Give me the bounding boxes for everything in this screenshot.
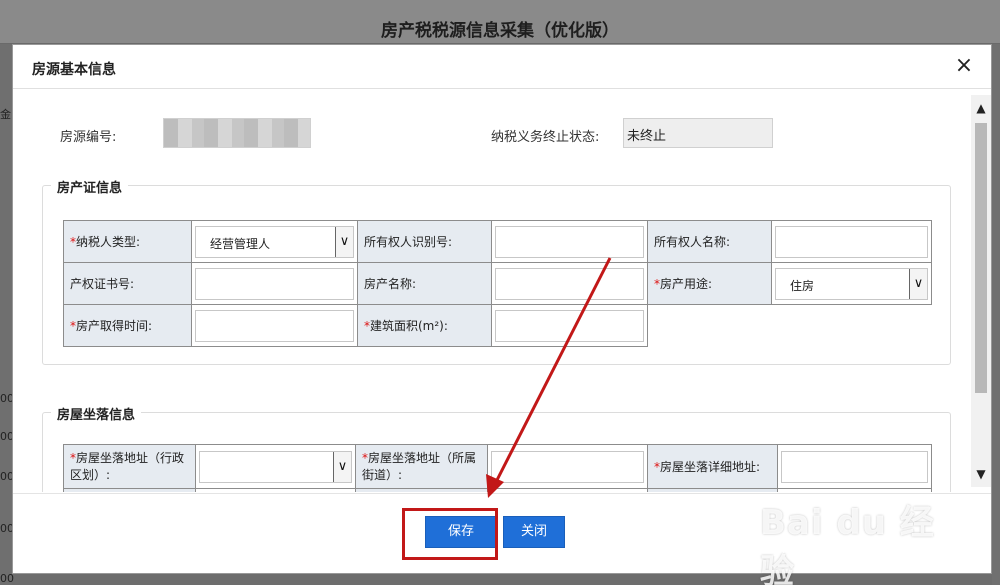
table-cell: [63, 488, 196, 492]
table-cell: [195, 488, 356, 492]
building-area-cell: [491, 304, 648, 347]
acquire-time-input[interactable]: [195, 309, 354, 342]
owner-id-cell: [491, 220, 648, 263]
admin-division-select[interactable]: ∨: [199, 450, 352, 483]
baidu-logo: Bai du 经验: [760, 503, 935, 585]
tax-termination-status-field[interactable]: 未终止: [623, 118, 773, 148]
dialog-title: 房源基本信息: [32, 62, 116, 78]
taxpayer-type-select[interactable]: 经营管理人 ∨: [195, 225, 354, 258]
street-select[interactable]: [491, 450, 644, 483]
table-cell: [487, 488, 648, 492]
property-cert-table: *纳税人类型: 经营管理人 ∨ 所有权人识别号: 所有权人名称: 产权证书号: 房…: [63, 220, 932, 347]
admin-division-label: *房屋坐落地址（行政区划）:: [63, 444, 196, 489]
table-cell: [647, 488, 778, 492]
table-row: [63, 488, 932, 492]
street-cell: [487, 444, 648, 489]
table-cell: [355, 488, 488, 492]
tax-termination-status-label: 纳税义务终止状态:: [491, 130, 600, 145]
table-row: 产权证书号: 房产名称: *房产用途: 住房 ∨: [63, 262, 932, 305]
chevron-down-icon[interactable]: ∨: [333, 451, 351, 482]
owner-id-input[interactable]: [495, 225, 644, 258]
location-legend: 房屋坐落信息: [51, 404, 142, 423]
dialog-body: 房源编号: 纳税义务终止状态: 未终止 房产证信息 *纳税人类型: 经营管理人 ∨…: [13, 90, 971, 492]
scroll-up-icon[interactable]: ▲: [971, 99, 991, 117]
vertical-scrollbar[interactable]: ▲ ▼: [971, 95, 991, 487]
detail-address-input[interactable]: [781, 450, 928, 483]
building-area-input[interactable]: [495, 309, 644, 342]
admin-division-cell: ∨: [195, 444, 356, 489]
cert-no-input[interactable]: [195, 267, 354, 300]
owner-name-cell: [771, 220, 932, 263]
property-name-input[interactable]: [495, 267, 644, 300]
chevron-down-icon[interactable]: ∨: [909, 268, 927, 299]
background-left-fragments: 金 00 00 00 00 00: [0, 44, 14, 585]
watermark-site: jingyan.baidu.com: [774, 541, 904, 557]
acquire-time-label: *房产取得时间:: [63, 304, 192, 347]
owner-name-input[interactable]: [775, 225, 928, 258]
cert-no-label: 产权证书号:: [63, 262, 192, 305]
table-row: *房屋坐落地址（行政区划）: ∨ *房屋坐落地址（所属街道）: *房屋坐落详细地…: [63, 444, 932, 489]
dialog-header: 房源基本信息 ×: [13, 45, 991, 89]
detail-address-cell: [777, 444, 932, 489]
scrollbar-thumb[interactable]: [975, 123, 987, 393]
building-area-label: *建筑面积(m²):: [357, 304, 492, 347]
street-label: *房屋坐落地址（所属街道）:: [355, 444, 488, 489]
bg-fragment: 金: [0, 108, 11, 121]
house-id-label: 房源编号:: [60, 130, 117, 145]
table-row: *纳税人类型: 经营管理人 ∨ 所有权人识别号: 所有权人名称:: [63, 220, 932, 263]
background-right-strip: [992, 44, 1000, 585]
close-button[interactable]: 关闭: [503, 516, 565, 548]
property-cert-legend: 房产证信息: [51, 177, 129, 196]
chevron-down-icon[interactable]: ∨: [335, 226, 353, 257]
detail-address-label: *房屋坐落详细地址:: [647, 444, 778, 489]
baidu-watermark: Bai du 经验 jingyan.baidu.com: [760, 495, 960, 585]
owner-name-label: 所有权人名称:: [647, 220, 772, 263]
scroll-down-icon[interactable]: ▼: [971, 465, 991, 483]
cert-no-cell: [191, 262, 358, 305]
table-cell: [777, 488, 932, 492]
empty-cell: [647, 304, 932, 347]
taxpayer-type-cell: 经营管理人 ∨: [191, 220, 358, 263]
location-table: *房屋坐落地址（行政区划）: ∨ *房屋坐落地址（所属街道）: *房屋坐落详细地…: [63, 444, 932, 492]
property-usage-select[interactable]: 住房 ∨: [775, 267, 928, 300]
page-title: 房产税税源信息采集（优化版）: [381, 21, 619, 41]
house-id-field[interactable]: [163, 118, 311, 148]
property-usage-label: *房产用途:: [647, 262, 772, 305]
table-row: *房产取得时间: *建筑面积(m²):: [63, 304, 932, 347]
property-name-cell: [491, 262, 648, 305]
close-icon[interactable]: ×: [953, 55, 975, 77]
property-name-label: 房产名称:: [357, 262, 492, 305]
taxpayer-type-label: *纳税人类型:: [63, 220, 192, 263]
annotation-highlight-box: [402, 508, 498, 560]
owner-id-label: 所有权人识别号:: [357, 220, 492, 263]
property-usage-cell: 住房 ∨: [771, 262, 932, 305]
acquire-time-cell: [191, 304, 358, 347]
